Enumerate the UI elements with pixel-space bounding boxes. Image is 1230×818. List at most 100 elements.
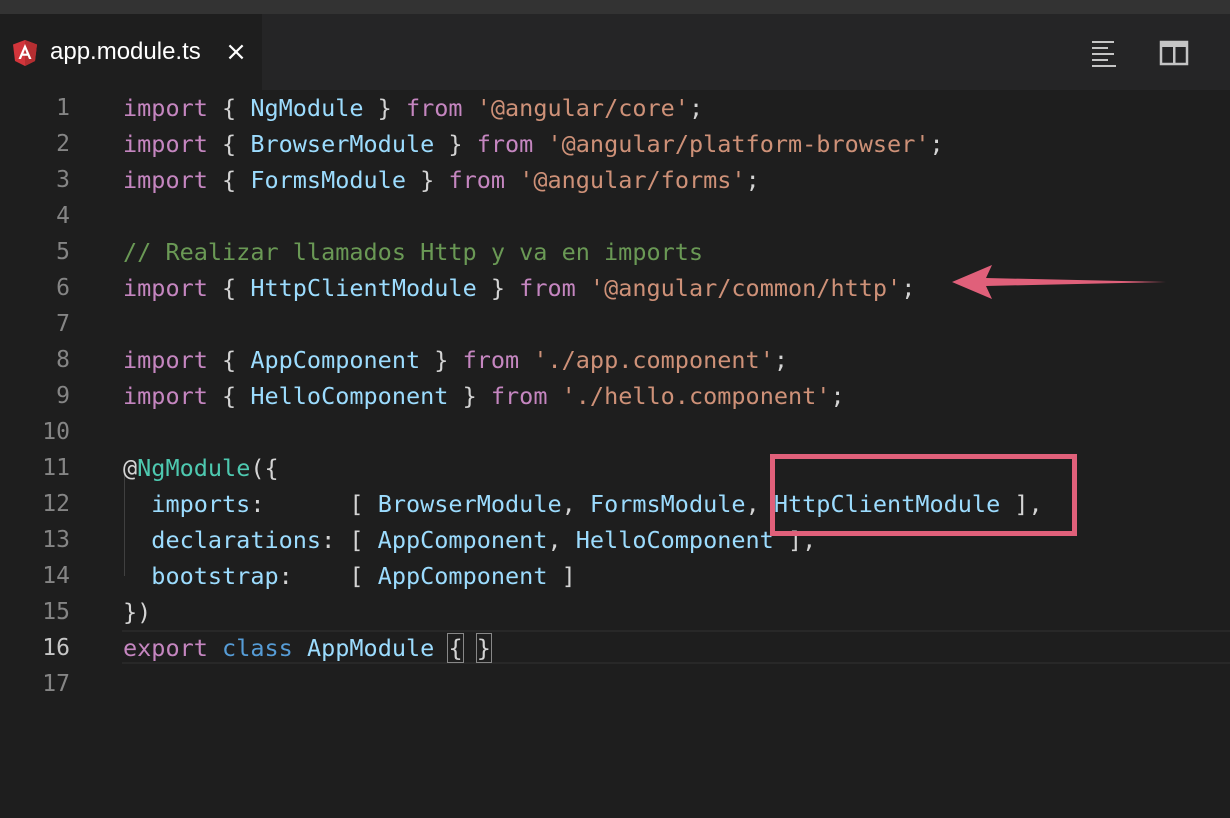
code-text: import { FormsModule } from '@angular/fo… [123, 162, 760, 198]
code-token: ; [929, 130, 944, 158]
code-token: './app.component' [533, 346, 774, 374]
code-line[interactable]: 14 bootstrap: [ AppComponent ] [0, 558, 1230, 594]
line-number: 6 [56, 275, 70, 301]
code-token: BrowserModule [250, 130, 435, 158]
code-text: import { AppComponent } from './app.comp… [123, 342, 788, 378]
code-token: BrowserModule [377, 490, 562, 518]
split-editor-icon[interactable] [1159, 38, 1189, 68]
line-number: 13 [42, 527, 70, 553]
code-token: '@angular/core' [476, 94, 689, 122]
line-number: 5 [56, 239, 70, 265]
code-line[interactable]: 16 export class AppModule { } [0, 630, 1230, 666]
code-token: } [475, 633, 492, 663]
code-token: NgModule [250, 94, 364, 122]
code-token: HelloComponent [250, 382, 449, 410]
code-line[interactable]: 2 import { BrowserModule } from '@angular… [0, 126, 1230, 162]
window-top-strip [0, 0, 1230, 14]
code-token: : [ [278, 562, 378, 590]
code-token: } [434, 130, 477, 158]
tab-title: app.module.ts [50, 38, 201, 65]
code-token: import [123, 346, 208, 374]
code-token: from [476, 130, 534, 158]
code-token: '@angular/platform-browser' [547, 130, 930, 158]
code-line[interactable]: 15}) [0, 594, 1230, 630]
code-token: AppComponent [377, 562, 548, 590]
code-token: , [561, 490, 590, 518]
code-token: { [207, 94, 251, 122]
code-token: ; [773, 346, 789, 374]
code-token: // Realizar llamados Http y va en import… [123, 238, 704, 266]
code-token: from [490, 382, 548, 410]
code-token: import [123, 94, 208, 122]
code-token: from [519, 274, 576, 302]
line-number: 2 [56, 131, 70, 157]
code-token: { [207, 274, 251, 302]
code-line[interactable]: 3 import { FormsModule } from '@angular/f… [0, 162, 1230, 198]
code-token: imports [151, 490, 251, 518]
code-text: import { HttpClientModule } from '@angul… [123, 270, 915, 306]
close-icon[interactable]: × [222, 38, 250, 66]
code-token: { [207, 346, 251, 374]
code-token: ({ [250, 454, 279, 482]
code-token: from [405, 94, 463, 122]
line-number: 15 [42, 599, 70, 625]
tab-app-module[interactable]: app.module.ts × [0, 14, 262, 90]
line-number: 11 [42, 455, 70, 481]
code-line[interactable]: 4 [0, 198, 1230, 234]
code-token: '@angular/forms' [519, 166, 746, 194]
code-token: class [222, 634, 293, 662]
line-number: 7 [56, 311, 70, 337]
line-number: 10 [42, 419, 70, 445]
code-token: { [207, 382, 251, 410]
code-token: './hello.component' [561, 382, 831, 410]
code-text: bootstrap: [ AppComponent ] [123, 558, 576, 594]
code-line[interactable]: 7 [0, 306, 1230, 342]
code-token: import [123, 130, 208, 158]
code-line[interactable]: 10 [0, 414, 1230, 450]
code-token: '@angular/common/http' [589, 274, 902, 302]
code-token: AppComponent [377, 526, 548, 554]
code-line[interactable]: 9 import { HelloComponent } from './hello… [0, 378, 1230, 414]
code-token: import [123, 166, 208, 194]
code-token: FormsModule [250, 166, 406, 194]
code-text: @NgModule({ [123, 450, 279, 486]
code-token: from [448, 166, 506, 194]
line-number: 4 [56, 203, 70, 229]
code-text: export class AppModule { } [123, 630, 492, 666]
code-token: } [448, 382, 491, 410]
code-token: { [447, 633, 464, 663]
code-token: AppModule [306, 634, 435, 662]
code-token: : [ [321, 526, 378, 554]
line-number: 14 [42, 563, 70, 589]
code-token: HttpClientModule [250, 274, 477, 302]
line-number: 9 [56, 383, 70, 409]
code-token: { [207, 130, 251, 158]
code-line[interactable]: 8 import { AppComponent } from './app.com… [0, 342, 1230, 378]
code-token: ] [547, 562, 576, 590]
code-token: } [476, 274, 520, 302]
line-number: 12 [42, 491, 70, 517]
code-token: ; [901, 274, 916, 302]
code-text: import { HelloComponent } from './hello.… [123, 378, 845, 414]
code-token: ; [830, 382, 845, 410]
code-text: declarations: [ AppComponent, HelloCompo… [123, 522, 816, 558]
code-line[interactable]: 17 [0, 666, 1230, 702]
code-token: }) [123, 598, 152, 626]
code-token: declarations [151, 526, 322, 554]
outline-icon[interactable] [1089, 38, 1119, 68]
line-number: 17 [42, 671, 70, 697]
tab-bar: app.module.ts × [0, 14, 1230, 90]
code-line[interactable]: 1 import { NgModule } from '@angular/core… [0, 90, 1230, 126]
